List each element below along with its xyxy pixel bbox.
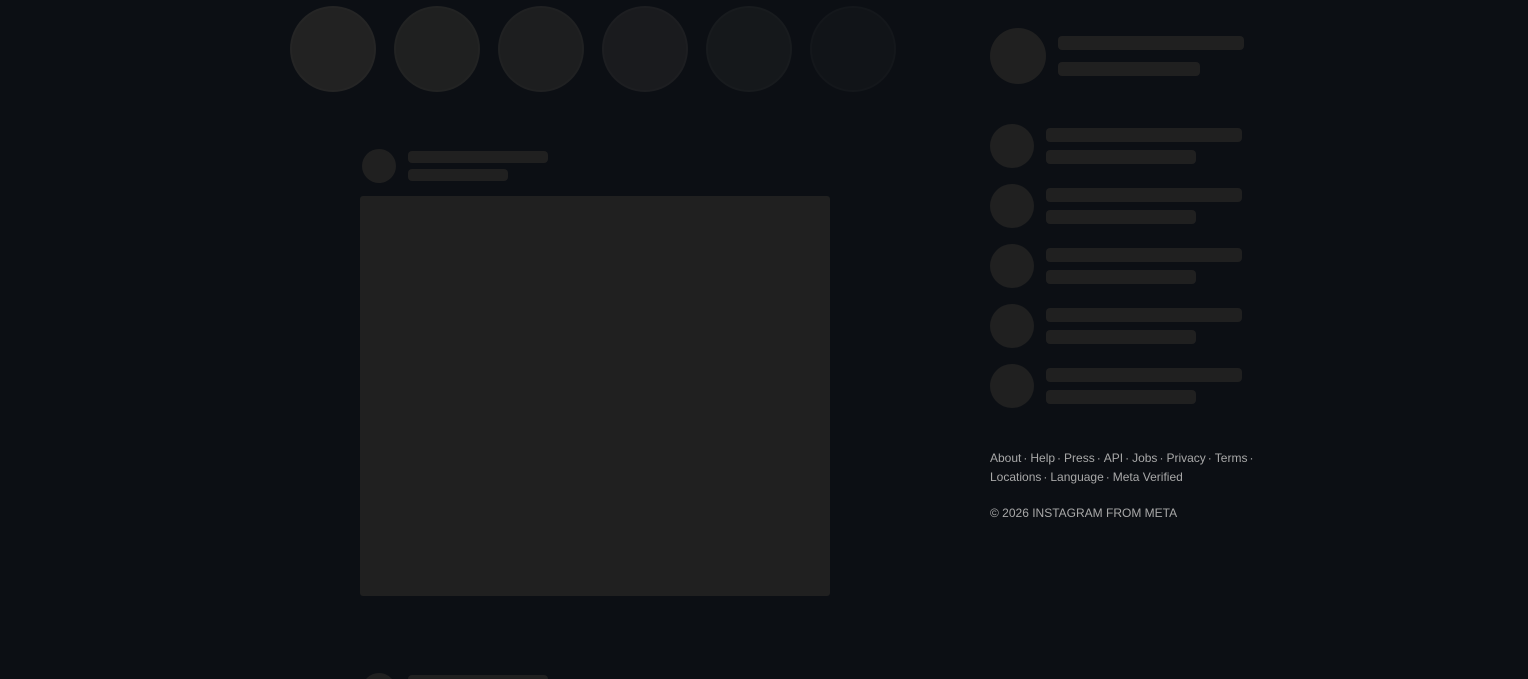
footer-separator: · [1096, 451, 1101, 465]
suggestion-avatar-placeholder [990, 184, 1034, 228]
post-username-placeholder [408, 151, 548, 163]
suggestion-avatar-placeholder [990, 244, 1034, 288]
footer-separator: · [1023, 451, 1028, 465]
story-placeholder [602, 6, 688, 92]
story-placeholder [810, 6, 896, 92]
post-subtitle-placeholder [408, 169, 508, 181]
footer-separator: · [1105, 470, 1110, 484]
footer-separator: · [1125, 451, 1130, 465]
suggestion-subtitle-placeholder [1046, 270, 1196, 284]
footer-link-about[interactable]: About [990, 451, 1021, 465]
suggestion-subtitle-placeholder [1046, 210, 1196, 224]
footer-separator: · [1057, 451, 1062, 465]
current-user-name-placeholder [1058, 36, 1244, 50]
footer-links: About · Help · Press · API · Jobs · Privacy · Terms ·… [990, 449, 1260, 487]
footer-link-meta-verified[interactable]: Meta Verified [1113, 470, 1183, 484]
footer-link-jobs[interactable]: Jobs [1132, 451, 1157, 465]
suggestion-name-placeholder [1046, 308, 1242, 322]
footer-link-locations[interactable]: Locations [990, 470, 1041, 484]
suggestion-avatar-placeholder [990, 304, 1034, 348]
suggestion-name-placeholder [1046, 248, 1242, 262]
footer-separator: · [1207, 451, 1212, 465]
suggestion-name-placeholder [1046, 368, 1242, 382]
footer-separator: · [1159, 451, 1164, 465]
footer-link-terms[interactable]: Terms [1215, 451, 1248, 465]
copyright-text: © 2026 INSTAGRAM FROM META [990, 506, 1178, 520]
footer-link-api[interactable]: API [1104, 451, 1123, 465]
story-placeholder [290, 6, 376, 92]
footer-link-help[interactable]: Help [1030, 451, 1055, 465]
suggestion-subtitle-placeholder [1046, 330, 1196, 344]
suggestion-avatar-placeholder [990, 364, 1034, 408]
current-user-avatar-placeholder [990, 28, 1046, 84]
suggestion-subtitle-placeholder [1046, 150, 1196, 164]
story-placeholder [706, 6, 792, 92]
footer-separator: · [1249, 451, 1254, 465]
footer-link-press[interactable]: Press [1064, 451, 1095, 465]
footer-link-privacy[interactable]: Privacy [1166, 451, 1205, 465]
post-avatar-placeholder [362, 149, 396, 183]
suggestion-subtitle-placeholder [1046, 390, 1196, 404]
post-avatar-placeholder [362, 673, 396, 679]
suggestion-name-placeholder [1046, 128, 1242, 142]
story-placeholder [394, 6, 480, 92]
current-user-subtitle-placeholder [1058, 62, 1200, 76]
instagram-feed-loading: About · Help · Press · API · Jobs · Privacy · Terms ·… [0, 0, 1528, 679]
post-username-placeholder [408, 675, 548, 679]
story-placeholder [498, 6, 584, 92]
post-media-placeholder [360, 196, 830, 596]
footer-separator: · [1043, 470, 1048, 484]
suggestion-name-placeholder [1046, 188, 1242, 202]
suggestion-avatar-placeholder [990, 124, 1034, 168]
footer-link-language[interactable]: Language [1050, 470, 1103, 484]
